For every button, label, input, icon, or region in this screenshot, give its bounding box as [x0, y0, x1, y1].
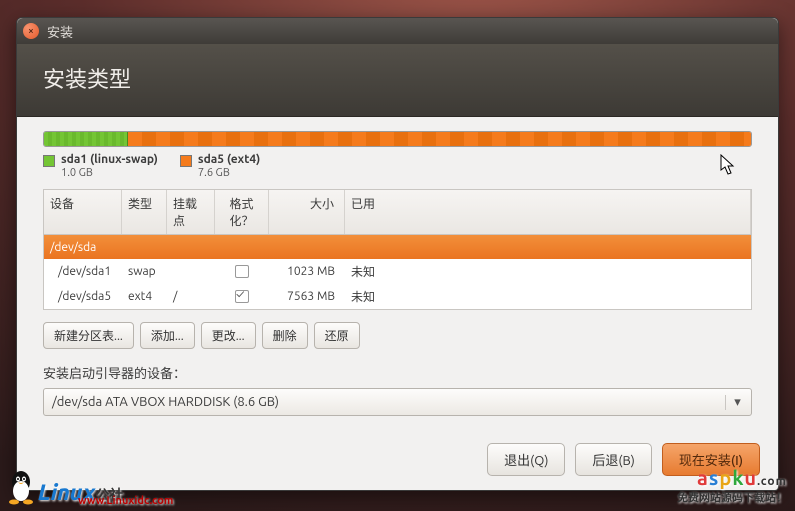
legend-sda5: sda5 (ext4) 7.6 GB	[180, 153, 260, 179]
table-row-disk[interactable]: /dev/sda	[44, 235, 751, 259]
col-used[interactable]: 已用	[345, 190, 751, 234]
watermark-aspku: aspku.com 免费网站源码下载站！	[677, 466, 787, 505]
installer-window: × 安装 安装类型 sda1 (linux-swap) 1.0 GB	[16, 17, 779, 491]
cell-used: 未知	[345, 284, 751, 309]
cell-size: 1023 MB	[269, 261, 345, 282]
legend-sda1-label: sda1 (linux-swap)	[61, 153, 158, 166]
bootloader-label: 安装启动引导器的设备：	[43, 363, 752, 382]
table-row-sda1[interactable]: /dev/sda1 swap 1023 MB 未知	[44, 259, 751, 284]
table-row-sda5[interactable]: /dev/sda5 ext4 / 7563 MB 未知	[44, 284, 751, 309]
chevron-down-icon: ▾	[725, 395, 743, 410]
cell-type: swap	[122, 261, 167, 282]
tux-icon	[6, 469, 36, 505]
format-checkbox[interactable]	[235, 290, 249, 303]
header-strip: 安装类型	[17, 44, 778, 117]
page-title: 安装类型	[43, 62, 752, 94]
close-icon[interactable]: ×	[23, 23, 39, 39]
table-header: 设备 类型 挂载点 格式化？ 大小 已用	[44, 190, 751, 235]
bootloader-select[interactable]: /dev/sda ATA VBOX HARDDISK (8.6 GB) ▾	[43, 388, 752, 416]
format-checkbox[interactable]	[235, 265, 249, 278]
cell-type: ext4	[122, 286, 167, 307]
col-mount[interactable]: 挂载点	[167, 190, 215, 234]
col-device[interactable]: 设备	[44, 190, 122, 234]
quit-button[interactable]: 退出(Q)	[487, 443, 565, 476]
legend-sda1-size: 1.0 GB	[61, 167, 158, 179]
add-button[interactable]: 添加...	[140, 322, 195, 349]
delete-button[interactable]: 删除	[262, 322, 308, 349]
col-format[interactable]: 格式化？	[215, 190, 269, 234]
wm-linuxidc-url: www.Linuxidc.com	[78, 495, 173, 507]
disk-usage-bar	[43, 131, 752, 147]
back-button[interactable]: 后退(B)	[575, 443, 651, 476]
legend-sda5-size: 7.6 GB	[198, 167, 260, 179]
new-table-button[interactable]: 新建分区表...	[43, 322, 134, 349]
cell-device: /dev/sda1	[44, 261, 122, 282]
table-button-row: 新建分区表... 添加... 更改... 删除 还原	[43, 322, 752, 349]
wm-aspku-domain: aspku.com	[677, 466, 787, 489]
bootloader-value: /dev/sda ATA VBOX HARDDISK (8.6 GB)	[52, 395, 279, 409]
cell-mount: /	[167, 286, 215, 307]
watermark-linuxidc: Linux公社 www.Linuxidc.com	[6, 469, 123, 505]
content: 安装类型 sda1 (linux-swap) 1.0 GB sd	[17, 44, 778, 490]
usage-legend: sda1 (linux-swap) 1.0 GB sda5 (ext4) 7.6…	[43, 153, 752, 179]
cell-used: 未知	[345, 259, 751, 284]
col-type[interactable]: 类型	[122, 190, 167, 234]
wm-aspku-tag: 免费网站源码下载站！	[677, 489, 787, 505]
partition-table: 设备 类型 挂载点 格式化？ 大小 已用 /dev/sda /dev/sda1 …	[43, 189, 752, 310]
col-size[interactable]: 大小	[269, 190, 345, 234]
usage-seg-sda5	[128, 132, 751, 146]
cell-mount	[167, 268, 215, 276]
cell-device: /dev/sda	[44, 237, 102, 258]
change-button[interactable]: 更改...	[201, 322, 256, 349]
titlebar[interactable]: × 安装	[17, 18, 778, 44]
cell-device: /dev/sda5	[44, 286, 122, 307]
cell-format[interactable]	[215, 286, 269, 307]
legend-sda5-label: sda5 (ext4)	[198, 153, 260, 166]
revert-button[interactable]: 还原	[314, 322, 360, 349]
legend-sda1: sda1 (linux-swap) 1.0 GB	[43, 153, 158, 179]
cell-format[interactable]	[215, 261, 269, 282]
window-title: 安装	[47, 22, 73, 41]
swatch-orange	[180, 155, 192, 167]
cell-size: 7563 MB	[269, 286, 345, 307]
swatch-green	[43, 155, 55, 167]
usage-seg-sda1	[44, 132, 128, 146]
